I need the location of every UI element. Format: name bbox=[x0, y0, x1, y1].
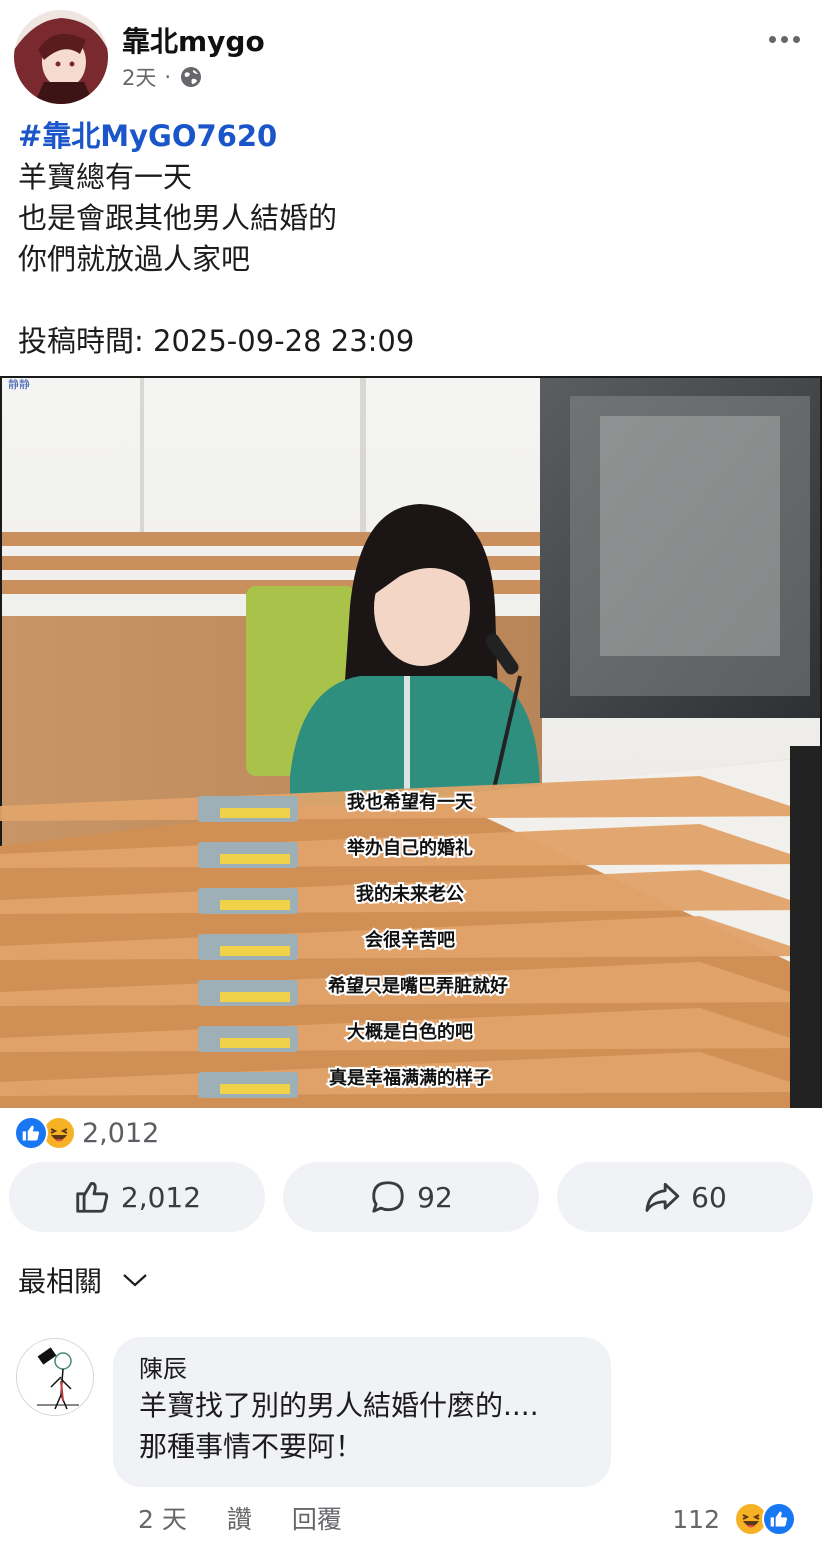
comment-react-count: 112 bbox=[672, 1504, 720, 1534]
share-count: 60 bbox=[691, 1180, 727, 1214]
post-header: 靠北mygo 2天 · bbox=[0, 0, 822, 110]
author-name[interactable]: 靠北mygo bbox=[122, 20, 265, 60]
commenter-name[interactable]: 陳辰 bbox=[139, 1353, 585, 1385]
like-button[interactable]: 2,012 bbox=[9, 1162, 265, 1232]
commenter-avatar[interactable] bbox=[16, 1338, 94, 1416]
subtitle-line: 真是幸福满满的样子 bbox=[329, 1067, 491, 1089]
comment-count: 92 bbox=[417, 1180, 453, 1214]
action-bar: 2,012 92 60 bbox=[9, 1162, 813, 1232]
comment-meta: 2 天 讚 回覆 bbox=[138, 1500, 342, 1536]
globe-icon bbox=[181, 67, 202, 87]
like-count: 2,012 bbox=[120, 1180, 202, 1214]
reaction-summary[interactable]: 2,012 bbox=[14, 1114, 159, 1152]
reaction-count: 2,012 bbox=[82, 1117, 160, 1149]
post-photo[interactable]: 静静 我也希望有一天 举办自己的婚礼 我的未来老公 会很辛苦吧 希望只是嘴巴弄脏… bbox=[0, 376, 822, 1108]
comment-reply-button[interactable]: 回覆 bbox=[292, 1500, 342, 1536]
more-dot-icon bbox=[768, 35, 776, 43]
more-options-button[interactable] bbox=[764, 26, 804, 52]
post-time[interactable]: 2天 bbox=[122, 62, 156, 92]
share-icon bbox=[645, 1182, 680, 1212]
thumbs-up-icon bbox=[76, 1182, 109, 1213]
subtitle-line: 我的未来老公 bbox=[356, 883, 464, 905]
subtitle-line: 我也希望有一天 bbox=[347, 791, 474, 813]
page-avatar[interactable] bbox=[14, 10, 108, 104]
submitted-time: 投稿時間: 2025-09-28 23:09 bbox=[18, 324, 415, 358]
post-line: 你們就放過人家吧 bbox=[18, 242, 251, 276]
subtitle-line: 举办自己的婚礼 bbox=[346, 837, 473, 859]
more-dot-icon bbox=[780, 35, 788, 43]
subtitle-line: 希望只是嘴巴弄脏就好 bbox=[328, 975, 508, 997]
corner-tag: 静静 bbox=[8, 377, 30, 391]
subtitle-line: 会很辛苦吧 bbox=[365, 929, 455, 951]
comment-icon bbox=[372, 1181, 404, 1213]
comment-like-button[interactable]: 讚 bbox=[227, 1500, 252, 1536]
comment-button[interactable]: 92 bbox=[283, 1162, 539, 1232]
meta-separator: · bbox=[164, 65, 172, 89]
comment-line: 那種事情不要阿！ bbox=[139, 1430, 364, 1463]
post-line: 也是會跟其他男人結婚的 bbox=[18, 201, 338, 235]
share-button[interactable]: 60 bbox=[557, 1162, 813, 1232]
chevron-down-icon bbox=[123, 1274, 147, 1287]
comment-time: 2 天 bbox=[138, 1505, 187, 1534]
like-icon bbox=[14, 1116, 48, 1150]
comment-bubble[interactable]: 陳辰 羊寶找了別的男人結婚什麼的.... 那種事情不要阿！ bbox=[113, 1337, 611, 1487]
comment-reactions[interactable]: 112 bbox=[672, 1502, 796, 1536]
hashtag-link[interactable]: #靠北MyGO7620 bbox=[18, 116, 808, 157]
comment-line: 羊寶找了別的男人結婚什麼的.... bbox=[139, 1389, 539, 1422]
more-dot-icon bbox=[792, 35, 800, 43]
post-line: 羊寶總有一天 bbox=[18, 160, 193, 194]
post-text: #靠北MyGO7620 羊寶總有一天 也是會跟其他男人結婚的 你們就放過人家吧 … bbox=[18, 116, 808, 362]
post-meta: 2天 · bbox=[122, 62, 203, 92]
like-icon bbox=[762, 1502, 796, 1536]
sort-label: 最相關 bbox=[18, 1265, 103, 1298]
subtitle-line: 大概是白色的吧 bbox=[347, 1021, 473, 1043]
comment-sort-dropdown[interactable]: 最相關 bbox=[18, 1260, 148, 1300]
